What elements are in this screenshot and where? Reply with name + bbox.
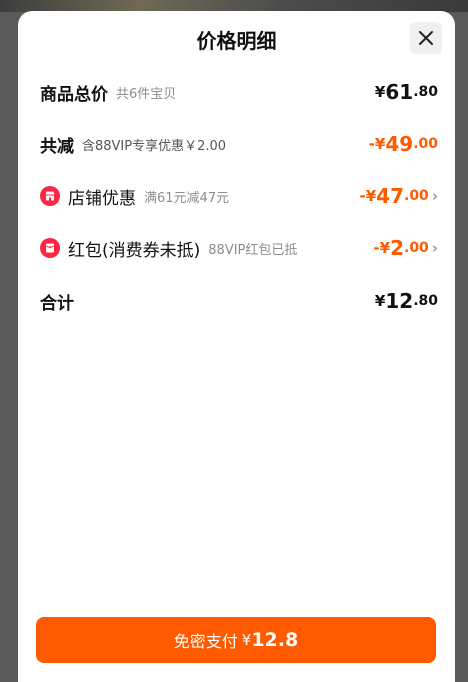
amount-integer: 49 [385,132,414,156]
store-discount-rule: 满61元减47元 [144,190,230,206]
currency-symbol: ¥ [374,83,386,101]
amount-decimal: .00 [404,240,429,256]
red-packet-label: 红包(消费券未抵) [68,240,201,261]
total-price-amount: ¥ 61 .80 [375,77,438,107]
total-discount-amount: -¥ 49 .00 [369,129,438,159]
pay-button-label: 免密支付 [173,632,238,651]
total-discount-label: 共减 [40,136,74,157]
amount-decimal: .80 [413,293,438,309]
row-red-packet[interactable]: 红包(消费券未抵) 88VIP红包已抵 -¥ 2 .00 › [40,233,438,263]
red-packet-note: 88VIP红包已抵 [208,242,298,258]
pay-currency: ¥ [241,631,252,649]
price-detail-sheet: 价格明细 商品总价 共6件宝贝 ¥ 61 .80 共减 含88VIP专享优惠￥2… [18,11,455,682]
amount-integer: 47 [376,184,404,208]
close-icon [419,31,433,45]
amount-prefix: -¥ [373,239,391,257]
amount-prefix: -¥ [368,135,386,153]
amount-prefix: -¥ [359,187,377,205]
total-price-label: 商品总价 [40,84,108,105]
store-discount-label: 店铺优惠 [68,188,136,209]
red-packet-icon [40,238,60,258]
item-count: 共6件宝贝 [116,86,177,102]
amount-integer: 61 [385,80,414,104]
store-discount-amount: -¥ 47 .00 › [359,181,438,211]
pay-amount: 12.8 [251,629,299,651]
row-total-price: 商品总价 共6件宝贝 ¥ 61 .80 [40,77,438,107]
currency-symbol: ¥ [374,292,386,310]
row-total-discount: 共减 含88VIP专享优惠￥2.00 -¥ 49 .00 [40,129,438,159]
row-store-discount[interactable]: 店铺优惠 满61元减47元 -¥ 47 .00 › [40,181,438,211]
amount-integer: 2 [390,236,404,260]
password-free-pay-button[interactable]: 免密支付 ¥ 12.8 [36,617,436,663]
sheet-title: 价格明细 [196,29,277,53]
close-button[interactable] [410,22,442,54]
row-subtotal: 合计 ¥ 12 .80 [40,286,438,316]
amount-decimal: .80 [413,84,438,100]
subtotal-label: 合计 [40,293,74,314]
amount-decimal: .00 [413,136,438,152]
store-icon [40,186,60,206]
chevron-right-icon: › [431,239,438,257]
amount-integer: 12 [385,289,414,313]
subtotal-amount: ¥ 12 .80 [375,286,438,316]
amount-decimal: .00 [404,188,429,204]
red-packet-amount: -¥ 2 .00 › [373,233,438,263]
discount-note: 含88VIP专享优惠￥2.00 [82,138,227,154]
chevron-right-icon: › [431,187,438,205]
